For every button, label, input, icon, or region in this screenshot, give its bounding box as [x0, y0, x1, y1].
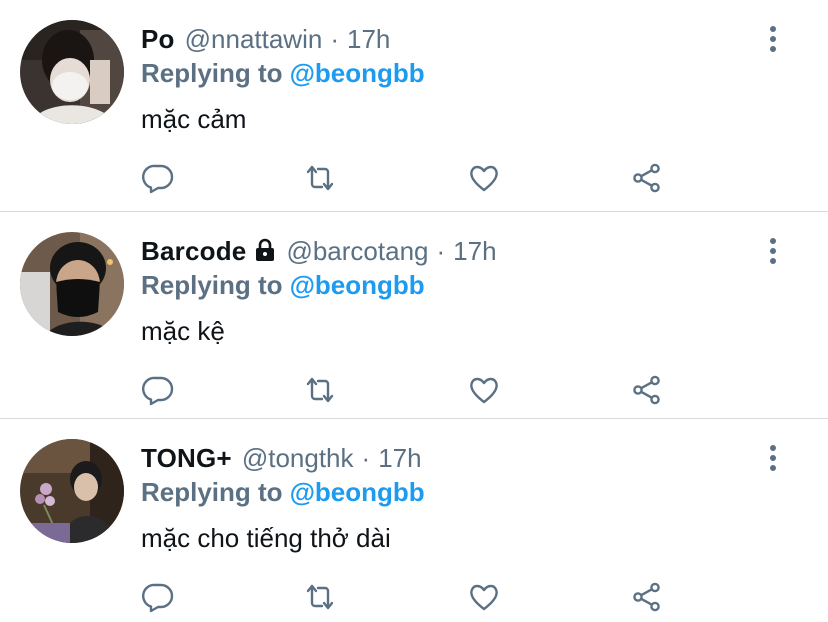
replying-to-handle[interactable]: @beongbb — [290, 58, 425, 88]
avatar[interactable] — [20, 439, 124, 543]
share-icon — [633, 582, 660, 612]
display-name[interactable]: TONG+ — [141, 441, 232, 475]
tweet-reply[interactable]: TONG+ @tongthk · 17h Replying to @beongbb… — [0, 419, 828, 622]
display-name[interactable]: Po — [141, 22, 175, 56]
replying-to-handle[interactable]: @beongbb — [290, 270, 425, 300]
timestamp[interactable]: 17h — [347, 22, 390, 56]
retweet-icon — [306, 165, 334, 191]
replying-to-label: Replying to — [141, 477, 283, 507]
like-icon — [470, 165, 498, 192]
user-handle[interactable]: @nnattawin — [185, 22, 323, 56]
like-icon — [470, 377, 498, 404]
more-options-icon[interactable] — [760, 22, 786, 56]
avatar-photo — [20, 20, 124, 124]
user-handle[interactable]: @tongthk — [242, 441, 354, 475]
share-button[interactable] — [629, 372, 665, 408]
tweet-text: mặc kệ — [141, 316, 225, 346]
tweet-text: mặc cho tiếng thở dài — [141, 523, 391, 553]
action-bar — [0, 160, 828, 196]
display-name[interactable]: Barcode — [141, 234, 246, 268]
retweet-button[interactable] — [302, 160, 338, 196]
timestamp[interactable]: 17h — [378, 441, 421, 475]
retweet-icon — [306, 584, 334, 610]
avatar[interactable] — [20, 232, 124, 336]
timestamp[interactable]: 17h — [453, 234, 496, 268]
retweet-icon — [306, 377, 334, 403]
like-icon — [470, 584, 498, 611]
reply-icon — [142, 583, 174, 613]
replying-to: Replying to @beongbb — [141, 476, 425, 508]
action-bar — [0, 579, 828, 615]
action-bar — [0, 372, 828, 408]
replying-to-label: Replying to — [141, 270, 283, 300]
separator-dot: · — [436, 236, 446, 266]
share-icon — [633, 375, 660, 405]
tweet-header: TONG+ @tongthk · 17h — [141, 441, 422, 475]
separator-dot: · — [330, 24, 339, 54]
lock-icon — [254, 236, 276, 261]
reply-icon — [142, 376, 174, 406]
like-button[interactable] — [466, 160, 502, 196]
avatar-photo — [20, 439, 124, 543]
user-handle[interactable]: @barcotang — [286, 234, 428, 268]
tweet-text: mặc cảm — [141, 104, 247, 134]
replying-to: Replying to @beongbb — [141, 269, 425, 301]
tweet-header: Po @nnattawin · 17h — [141, 22, 390, 56]
replying-to-label: Replying to — [141, 58, 283, 88]
avatar-photo — [20, 232, 124, 336]
more-options-icon[interactable] — [760, 234, 786, 268]
tweet-reply[interactable]: Barcode @barcotang · 17h Replying to @beo… — [0, 212, 828, 418]
share-button[interactable] — [629, 160, 665, 196]
reply-button[interactable] — [140, 160, 176, 196]
separator-dot: · — [361, 443, 371, 473]
replying-to-handle[interactable]: @beongbb — [290, 477, 425, 507]
avatar[interactable] — [20, 20, 124, 124]
reply-button[interactable] — [140, 372, 176, 408]
reply-button[interactable] — [140, 579, 176, 615]
like-button[interactable] — [466, 579, 502, 615]
share-button[interactable] — [629, 579, 665, 615]
tweet-header: Barcode @barcotang · 17h — [141, 234, 497, 268]
retweet-button[interactable] — [302, 372, 338, 408]
tweet-reply[interactable]: Po @nnattawin · 17h Replying to @beongbb … — [0, 0, 828, 211]
like-button[interactable] — [466, 372, 502, 408]
replying-to: Replying to @beongbb — [141, 57, 425, 89]
reply-icon — [142, 164, 174, 194]
retweet-button[interactable] — [302, 579, 338, 615]
share-icon — [633, 163, 660, 193]
more-options-icon[interactable] — [760, 441, 786, 475]
